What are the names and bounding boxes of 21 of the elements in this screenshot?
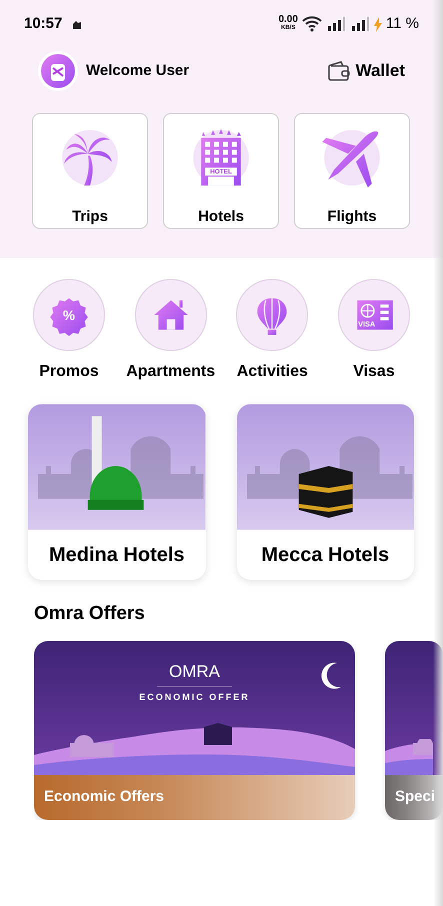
welcome-text: Welcome User [86,60,190,81]
mosque-desert-drawing [385,738,433,774]
wifi-icon [302,16,322,32]
section-title: Omra Offers [34,602,146,626]
banner-title: OMRA [157,658,232,687]
status-time: 10:57 [24,14,62,34]
hotel-destination-card[interactable]: Medina Hotels [28,404,206,580]
wallet-icon [328,61,350,81]
battery-level: 11 % [386,14,419,34]
signal-icon [352,17,370,31]
banner-subtitle: ECONOMIC OFFER [139,691,250,704]
category-card[interactable]: Trips [32,113,148,229]
avatar-icon[interactable] [38,51,78,91]
hotel-destination-card[interactable]: Mecca Hotels [236,404,414,580]
network-speed: 0.00 [278,16,298,24]
charging-icon [374,16,382,32]
wallet-button[interactable]: Wallet [328,58,405,84]
signal-icon [328,17,346,31]
category-card[interactable]: Flights [294,113,410,229]
kaaba-drawing [298,466,352,518]
notification-icon [72,20,82,28]
